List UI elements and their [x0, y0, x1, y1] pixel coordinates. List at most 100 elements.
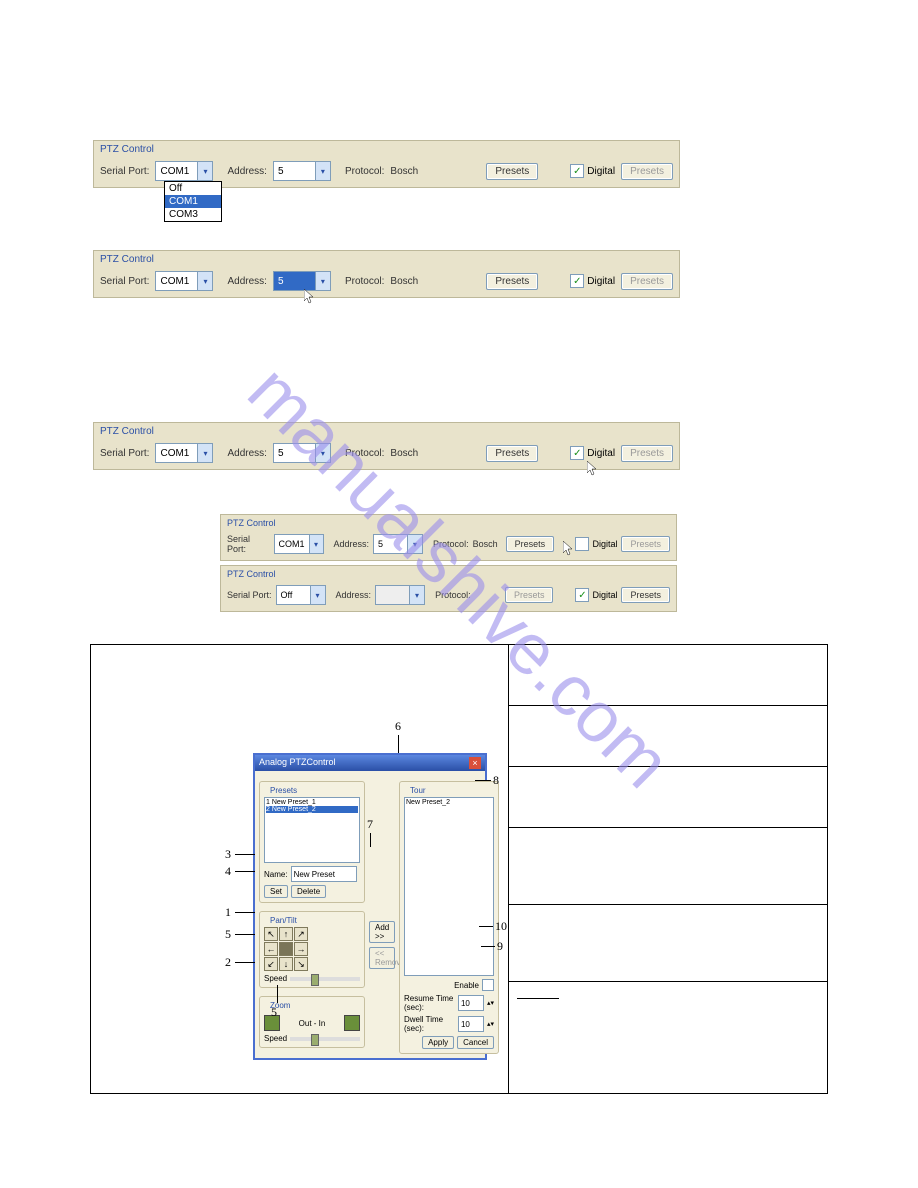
delete-button[interactable]: Delete	[291, 885, 326, 898]
tour-listbox[interactable]: New Preset_2	[404, 797, 494, 976]
apply-button[interactable]: Apply	[422, 1036, 454, 1049]
dialog-titlebar[interactable]: Analog PTZControl ×	[255, 755, 485, 771]
arrow-sw-icon[interactable]: ↙	[264, 957, 278, 971]
spinner-icon[interactable]: ▴▾	[487, 1020, 494, 1028]
dropdown-option-off[interactable]: Off	[165, 182, 221, 195]
callout-10: 10	[495, 919, 507, 934]
preset-name-input[interactable]	[291, 866, 357, 882]
presets-button[interactable]: Presets	[486, 445, 538, 462]
digital-checkbox[interactable]: ✓ Digital	[570, 446, 615, 460]
speed-label: Speed	[264, 974, 287, 983]
speed-slider[interactable]	[290, 977, 360, 981]
zoom-in-button[interactable]	[344, 1015, 360, 1031]
arrow-ne-icon[interactable]: ↗	[294, 927, 308, 941]
ptz-control-bar-1: PTZ Control Serial Port: COM1 ▾ Address:…	[93, 140, 680, 188]
chevron-down-icon: ▾	[197, 444, 212, 462]
serial-port-label: Serial Port:	[100, 276, 149, 287]
set-button[interactable]: Set	[264, 885, 288, 898]
checkbox-icon: ✓	[575, 588, 589, 602]
list-item[interactable]: 2 New Preset_2	[266, 806, 358, 813]
arrow-nw-icon[interactable]: ↖	[264, 927, 278, 941]
protocol-value: Bosch	[390, 166, 418, 177]
protocol-label: Protocol:	[345, 448, 384, 459]
presets-button[interactable]: Presets	[621, 587, 670, 603]
serial-port-select[interactable]: Off ▾	[276, 585, 326, 605]
protocol-value: Bosch	[390, 448, 418, 459]
serial-port-dropdown[interactable]: Off COM1 COM3	[164, 181, 222, 222]
address-select[interactable]: 5 ▾	[273, 271, 331, 291]
resume-time-input[interactable]	[458, 995, 484, 1011]
digital-checkbox[interactable]: ✓ Digital	[575, 588, 617, 602]
dwell-time-input[interactable]	[458, 1016, 484, 1032]
checkbox-icon: ✓	[570, 274, 584, 288]
serial-port-select[interactable]: COM1 ▾	[274, 534, 324, 554]
address-select[interactable]: 5 ▾	[273, 161, 331, 181]
callout-line	[277, 985, 278, 1003]
protocol-label: Protocol:	[435, 590, 471, 600]
callout-line	[481, 946, 495, 947]
dropdown-option-com3[interactable]: COM3	[165, 208, 221, 221]
cursor-icon	[563, 541, 575, 560]
callout-line	[235, 871, 255, 872]
add-button[interactable]: Add >>	[369, 921, 395, 943]
arrow-left-icon[interactable]: ←	[264, 942, 278, 956]
zoom-text: Out - In	[283, 1019, 341, 1028]
joystick-center	[279, 942, 293, 956]
address-select[interactable]: 5 ▾	[373, 534, 423, 554]
presets-button-disabled: Presets	[621, 273, 673, 290]
list-item[interactable]: New Preset_2	[406, 799, 492, 806]
slider-thumb-icon[interactable]	[311, 974, 319, 986]
section-title: PTZ Control	[221, 566, 676, 581]
list-item[interactable]: 1 New Preset_1	[266, 799, 358, 806]
pantilt-joystick[interactable]: ↖ ↑ ↗ ← → ↙ ↓ ↘	[264, 927, 360, 971]
presets-button[interactable]: Presets	[486, 273, 538, 290]
arrow-down-icon[interactable]: ↓	[279, 957, 293, 971]
dialog-title: Analog PTZControl	[259, 757, 336, 769]
callout-7: 7	[367, 817, 373, 832]
chevron-down-icon: ▾	[310, 586, 325, 604]
serial-port-select[interactable]: COM1 ▾	[155, 443, 213, 463]
address-select: ▾	[375, 585, 425, 605]
arrow-se-icon[interactable]: ↘	[294, 957, 308, 971]
presets-button[interactable]: Presets	[486, 163, 538, 180]
table-cell	[509, 828, 827, 905]
callout-2: 2	[225, 955, 231, 970]
digital-checkbox[interactable]: ✓ Digital	[570, 274, 615, 288]
ptz-control-bar-3: PTZ Control Serial Port: COM1 ▾ Address:…	[93, 422, 680, 470]
address-label: Address:	[227, 276, 266, 287]
section-title: PTZ Control	[94, 251, 679, 267]
chevron-down-icon: ▾	[197, 272, 212, 290]
zoom-speed-slider[interactable]	[290, 1037, 360, 1041]
presets-button-disabled: Presets	[621, 445, 673, 462]
callout-5: 5	[225, 927, 231, 942]
digital-checkbox[interactable]: ✓ Digital	[570, 164, 615, 178]
presets-button[interactable]: Presets	[506, 536, 555, 552]
callout-4: 4	[225, 864, 231, 879]
cursor-icon	[304, 289, 316, 308]
callout-line	[479, 926, 493, 927]
serial-port-label: Serial Port:	[227, 590, 272, 600]
slider-thumb-icon[interactable]	[311, 1034, 319, 1046]
callout-line	[398, 735, 399, 753]
presets-button-disabled: Presets	[505, 587, 554, 603]
chevron-down-icon: ▾	[315, 272, 330, 290]
dropdown-option-com1[interactable]: COM1	[165, 195, 221, 208]
serial-port-select[interactable]: COM1 ▾	[155, 161, 213, 181]
chevron-down-icon: ▾	[315, 444, 330, 462]
arrow-up-icon[interactable]: ↑	[279, 927, 293, 941]
serial-port-select[interactable]: COM1 ▾	[155, 271, 213, 291]
enable-checkbox[interactable]	[482, 979, 494, 991]
cursor-icon	[587, 461, 599, 480]
callout-3: 3	[225, 847, 231, 862]
presets-listbox[interactable]: 1 New Preset_1 2 New Preset_2	[264, 797, 360, 863]
spinner-icon[interactable]: ▴▾	[487, 999, 494, 1007]
pantilt-group-title: Pan/Tilt	[268, 916, 299, 925]
address-select[interactable]: 5 ▾	[273, 443, 331, 463]
remove-button: << Remove	[369, 947, 395, 969]
cancel-button[interactable]: Cancel	[457, 1036, 494, 1049]
digital-checkbox[interactable]: Digital	[575, 537, 617, 551]
arrow-right-icon[interactable]: →	[294, 942, 308, 956]
enable-label: Enable	[454, 981, 479, 990]
close-icon[interactable]: ×	[469, 757, 481, 769]
table-cell	[509, 905, 827, 982]
